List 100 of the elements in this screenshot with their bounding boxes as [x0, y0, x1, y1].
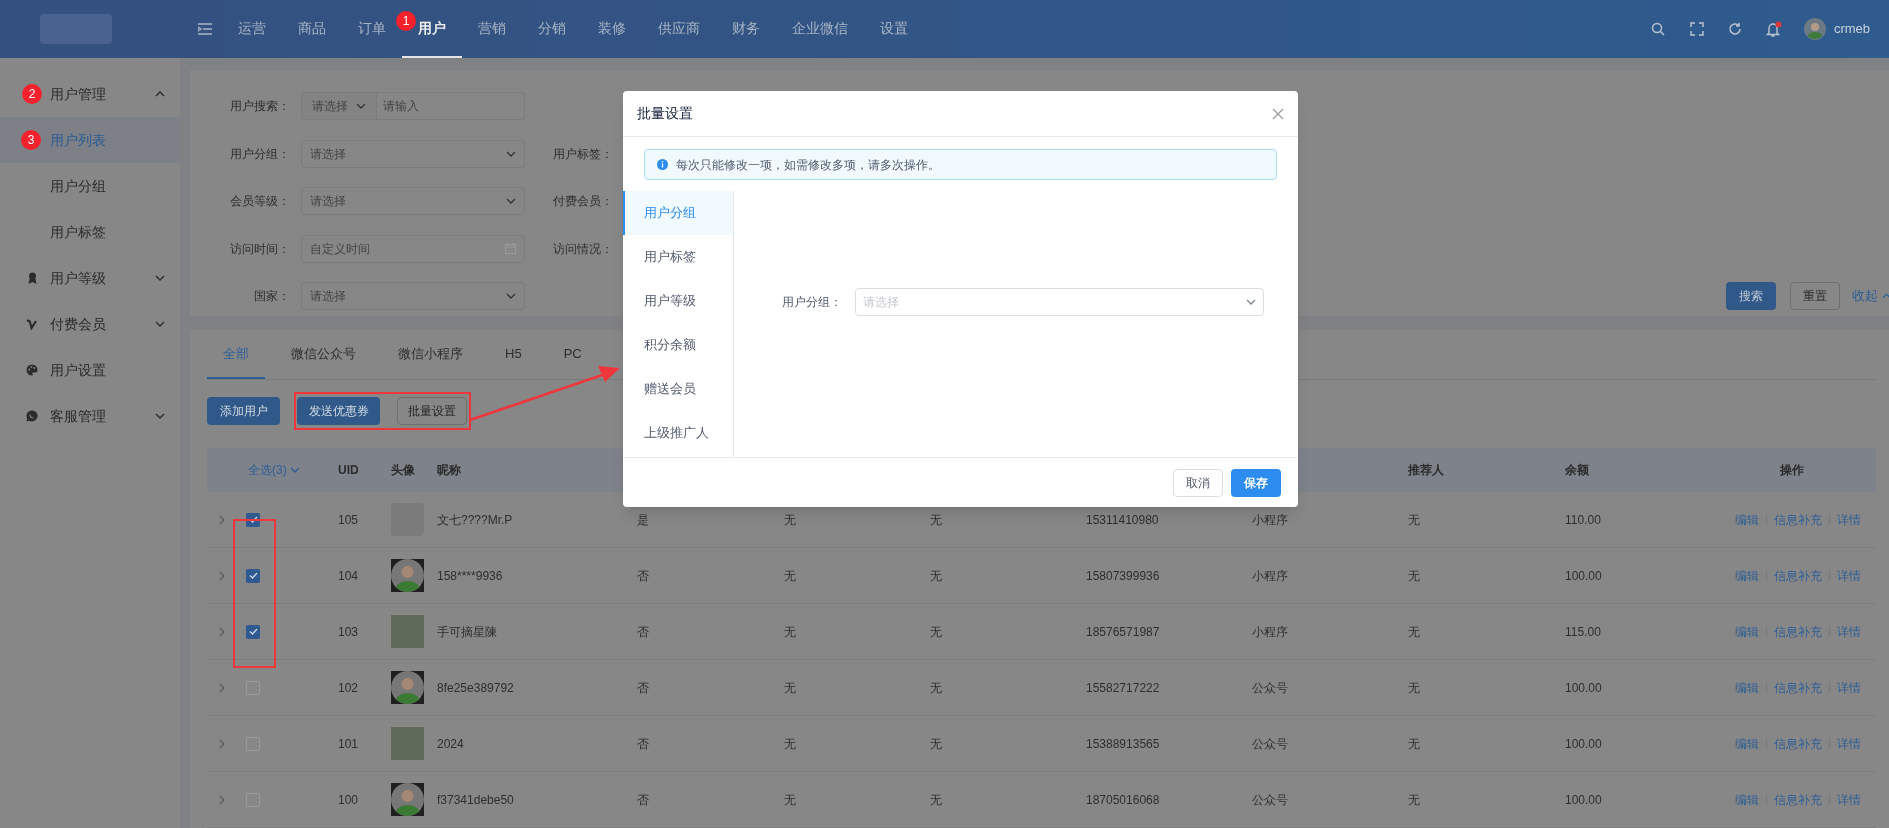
nav-item[interactable]: 财务 — [716, 0, 776, 58]
sidebar-item[interactable]: 用户标签 — [0, 209, 180, 255]
refresh-icon[interactable] — [1727, 22, 1742, 36]
action-link[interactable]: 详情 — [1837, 510, 1861, 529]
table-cell: 无 — [930, 568, 942, 583]
nav-item[interactable]: 商品 — [282, 0, 342, 58]
action-link[interactable]: 信息补充 — [1774, 734, 1822, 753]
action-link[interactable]: 编辑 — [1735, 510, 1759, 529]
select-field[interactable]: 请选择 — [301, 139, 525, 168]
nav-item[interactable]: 营销 — [462, 0, 522, 58]
channel-tab[interactable]: 全部 — [207, 330, 265, 379]
table-cell: 105 — [338, 512, 359, 527]
expand-chevron-icon[interactable] — [219, 794, 225, 805]
search-input[interactable]: 请输入 — [377, 92, 525, 120]
chevron-down-icon — [506, 293, 516, 299]
action-link[interactable]: 信息补充 — [1774, 790, 1822, 809]
reset-button[interactable]: 重置 — [1790, 282, 1840, 310]
toolbar-button[interactable]: 添加用户 — [207, 397, 280, 425]
action-link[interactable]: 详情 — [1837, 622, 1861, 641]
menu-fold-icon[interactable] — [198, 23, 212, 35]
dialog-title: 批量设置 — [637, 104, 693, 123]
search-icon[interactable] — [1650, 22, 1665, 36]
filter-label: 国家： — [253, 288, 290, 305]
table-cell: 小程序 — [1252, 624, 1288, 639]
chevron-down-icon — [506, 198, 516, 204]
dialog-button[interactable]: 取消 — [1173, 468, 1223, 497]
table-cell: 101 — [338, 736, 359, 751]
field-label: 用户分组： — [781, 294, 842, 311]
table-cell: 否 — [637, 568, 649, 583]
bell-icon[interactable] — [1765, 20, 1782, 38]
action-link[interactable]: 详情 — [1837, 678, 1861, 697]
nav-item[interactable]: 供应商 — [642, 0, 716, 58]
row-checkbox[interactable] — [246, 624, 260, 639]
notice-text: 每次只能修改一项，如需修改多项，请多次操作。 — [676, 156, 940, 174]
nav-item[interactable]: 设置 — [864, 0, 924, 58]
chevron-down-icon — [289, 467, 300, 473]
close-icon[interactable] — [1272, 107, 1284, 120]
table-cell: 无 — [784, 792, 796, 807]
expand-chevron-icon[interactable] — [219, 738, 225, 749]
sidebar-group[interactable]: 客服管理 — [50, 405, 106, 427]
channel-tab[interactable]: 微信小程序 — [382, 330, 479, 379]
collapse-link[interactable]: 收起 — [1852, 286, 1889, 306]
settings-tab[interactable]: 积分余额 — [623, 323, 733, 367]
row-checkbox[interactable] — [246, 568, 260, 583]
table-cell: 手可摘星陳 — [437, 624, 497, 639]
channel-tab[interactable]: 微信公众号 — [275, 330, 372, 379]
action-link[interactable]: 编辑 — [1735, 678, 1759, 697]
select-field[interactable]: 请选择 — [301, 92, 377, 120]
table-cell: 公众号 — [1252, 736, 1288, 751]
settings-tab[interactable]: 上级推广人 — [623, 411, 733, 455]
select-field[interactable]: 请选择 — [301, 187, 525, 215]
settings-tab[interactable]: 赠送会员 — [623, 367, 733, 411]
expand-chevron-icon[interactable] — [219, 682, 225, 693]
action-link[interactable]: 详情 — [1837, 566, 1861, 585]
action-link[interactable]: 信息补充 — [1774, 510, 1822, 529]
action-link[interactable]: 编辑 — [1735, 734, 1759, 753]
action-link[interactable]: 编辑 — [1735, 790, 1759, 809]
action-link[interactable]: 详情 — [1837, 734, 1861, 753]
expand-chevron-icon[interactable] — [219, 514, 225, 525]
toolbar-button[interactable]: 发送优惠券 — [297, 397, 380, 425]
action-link[interactable]: 信息补充 — [1774, 566, 1822, 585]
sidebar-group[interactable]: 付费会员 — [50, 313, 106, 335]
action-link[interactable]: 信息补充 — [1774, 622, 1822, 641]
fullscreen-icon[interactable] — [1689, 22, 1704, 36]
expand-chevron-icon[interactable] — [219, 626, 225, 637]
channel-tab[interactable]: PC — [547, 330, 598, 379]
filter-label: 用户搜索： — [229, 98, 290, 115]
expand-chevron-icon[interactable] — [219, 570, 225, 581]
table-cell: 无 — [1408, 680, 1420, 695]
dialog-button[interactable]: 保存 — [1231, 468, 1281, 497]
avatar-icon[interactable] — [1803, 18, 1826, 40]
chat-icon — [26, 410, 38, 422]
channel-tab[interactable]: H5 — [489, 330, 538, 379]
table-cell: 无 — [930, 736, 942, 751]
date-field[interactable]: 自定义时间 — [301, 234, 525, 263]
sidebar-group[interactable]: 用户管理 — [50, 83, 106, 105]
table-cell: 无 — [1408, 736, 1420, 751]
search-button[interactable]: 搜索 — [1726, 282, 1776, 310]
sidebar-group[interactable]: 用户设置 — [50, 359, 106, 381]
photo-placeholder — [391, 727, 424, 760]
sidebar-group[interactable]: 用户等级 — [50, 267, 106, 289]
nav-item[interactable]: 装修 — [582, 0, 642, 58]
settings-tab[interactable]: 用户分组 — [623, 191, 733, 235]
action-link[interactable]: 编辑 — [1735, 566, 1759, 585]
v-logo-icon — [26, 318, 38, 330]
table-cell: 18576571987 — [1086, 624, 1160, 639]
action-link[interactable]: 详情 — [1837, 790, 1861, 809]
settings-tab[interactable]: 用户标签 — [623, 235, 733, 279]
sidebar-item[interactable]: 用户分组 — [0, 163, 180, 209]
sidebar-item[interactable]: 3 用户列表 — [0, 117, 180, 163]
nav-item[interactable]: 运营 — [222, 0, 282, 58]
action-link[interactable]: 信息补充 — [1774, 678, 1822, 697]
table-cell: 否 — [637, 736, 649, 751]
select-field[interactable]: 请选择 — [301, 282, 525, 310]
nav-item[interactable]: 分销 — [522, 0, 582, 58]
settings-tab[interactable]: 用户等级 — [623, 279, 733, 323]
action-link[interactable]: 编辑 — [1735, 622, 1759, 641]
username[interactable]: crmeb — [1833, 19, 1870, 39]
toolbar-button[interactable]: 批量设置 — [397, 397, 467, 425]
nav-item[interactable]: 企业微信 — [776, 0, 864, 58]
